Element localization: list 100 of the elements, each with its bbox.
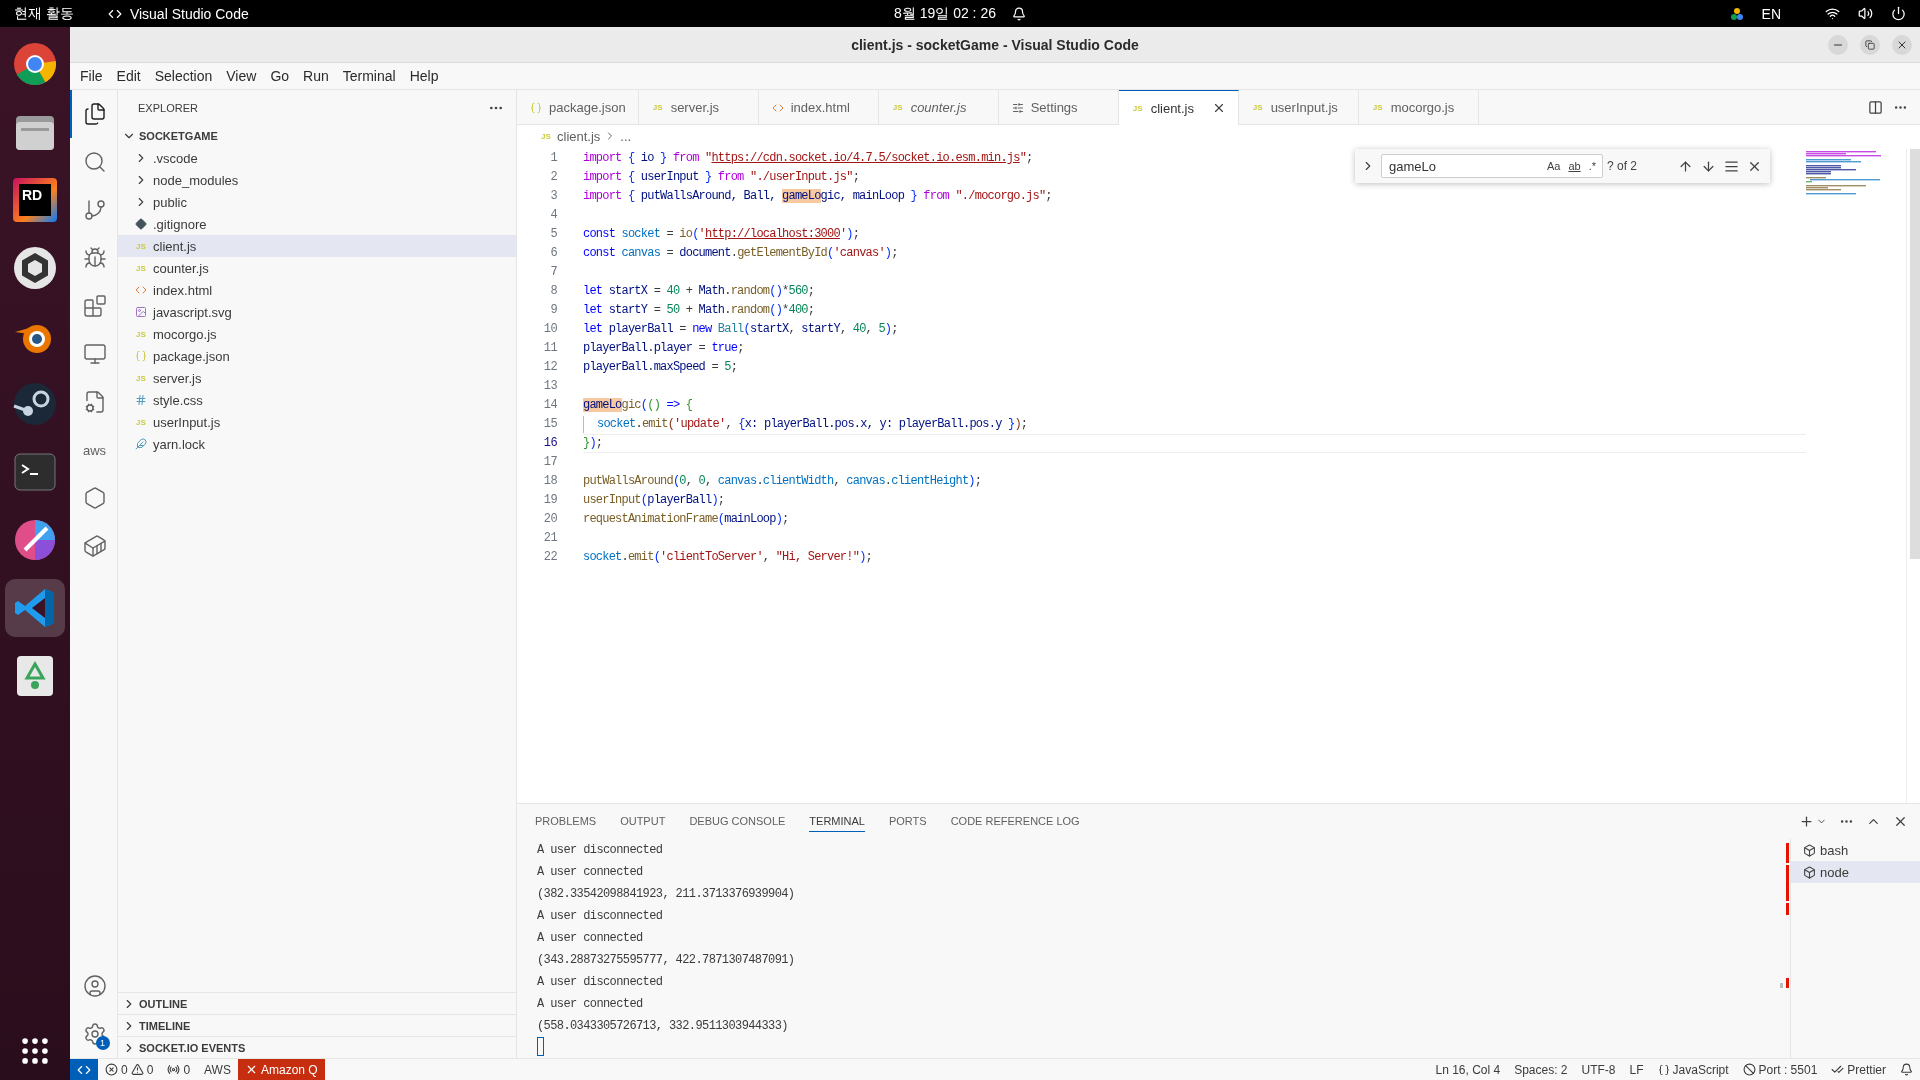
file-tree-item[interactable]: javascript.svg [118,301,516,323]
wifi-icon[interactable] [1825,6,1840,21]
cube-icon[interactable] [11,244,59,292]
breadcrumb-item[interactable]: ... [620,128,632,144]
line-number: 16 [543,435,557,452]
status-item[interactable]: Spaces: 2 [1507,1058,1575,1080]
status-item[interactable]: Ln 16, Col 4 [1428,1058,1508,1080]
panel-tab[interactable]: DEBUG CONSOLE [689,811,786,832]
line-number: 17 [543,454,557,471]
antenna-icon [167,1063,181,1076]
file-tree-item[interactable]: .gitignore [118,213,516,235]
menu-item[interactable]: View [220,66,263,86]
file-tree-item[interactable]: public [118,191,516,213]
menu-item[interactable]: File [74,66,109,86]
ports-button[interactable]: 0 [160,1058,198,1080]
code-link[interactable]: https://cdn.socket.io/4.7.5/socket.io.esm.min.js [711,151,1020,165]
panel-tab[interactable]: CODE REFERENCE LOG [950,811,1080,832]
problems-button[interactable]: 0 0 [98,1058,161,1080]
scrollbar-thumb[interactable] [1910,149,1920,559]
chrome-icon[interactable] [11,40,59,88]
code-link[interactable]: http://localhost:3000 [705,227,840,241]
js-file-icon: JS [539,131,553,141]
menu-item[interactable]: Help [403,66,445,86]
panel-tab[interactable]: TERMINAL [809,811,865,832]
breadcrumb-item[interactable]: client.js [557,128,601,144]
folder-header[interactable]: SOCKETGAME [118,125,516,147]
power-icon[interactable] [1891,6,1906,21]
braces-icon [135,350,147,362]
js-file-icon: JS [650,103,665,112]
file-tree-item[interactable]: JS server.js [118,367,516,389]
find-option-button[interactable]: .* [1585,157,1599,175]
close-panel-icon[interactable] [1893,814,1908,829]
code-line: import { putWallsAround, Ball, gameLogic, mainLoop } from "./mocorgo.js"; [583,188,1052,205]
settings-icon[interactable] [82,1022,107,1046]
menu-item[interactable]: Selection [148,66,219,86]
activities-button[interactable]: 현재 활동 [14,4,74,23]
file-tree-item[interactable]: JS client.js [118,235,516,257]
braces-icon [1657,1063,1670,1076]
file-tree-item[interactable]: JS userInput.js [118,411,516,433]
app-menu[interactable]: Visual Studio Code [129,5,249,22]
find-option-button[interactable]: Aa [1543,157,1564,175]
menu-item[interactable]: Go [264,66,296,86]
status-item[interactable]: LF [1622,1058,1651,1080]
minimize-button[interactable] [1828,35,1848,55]
line-number: 1 [550,150,557,167]
terminal-line: A user connected [537,996,644,1013]
line-number: 7 [550,264,557,281]
tray-app-icon[interactable] [1729,6,1744,21]
new-terminal-icon[interactable] [1799,814,1814,829]
find-option-button[interactable]: ab [1565,157,1584,175]
prettier-button[interactable]: Prettier [1824,1058,1893,1080]
terminal-session[interactable]: bash [1791,839,1920,861]
menu-item[interactable]: Run [297,66,335,86]
line-number: 21 [543,530,557,547]
code-line: socket.emit('clientToServer', "Hi, Server!"); [583,549,872,566]
account-icon[interactable] [82,974,107,998]
file-tree-item[interactable]: .vscode [118,147,516,169]
file-tree-item[interactable]: node_modules [118,169,516,191]
live-server-button[interactable]: Port : 5501 [1735,1058,1825,1080]
file-tree-item[interactable]: JS counter.js [118,257,516,279]
menu-item[interactable]: Terminal [336,66,402,86]
find-field[interactable]: gameLo Aa ab .* [1381,154,1603,178]
editor-tab[interactable]: JS client.js [1118,90,1239,125]
terminal-line: A user disconnected [537,908,664,925]
close-button[interactable] [1892,35,1912,55]
panel-tab[interactable]: OUTPUT [620,811,666,832]
steam-icon[interactable] [11,380,59,428]
menu-item[interactable]: Edit [110,66,147,86]
notification-badge: 1 [95,1036,110,1050]
js-file-icon: JS [134,263,148,273]
file-tree-item[interactable]: JS mocorgo.js [118,323,516,345]
volume-icon[interactable] [1858,6,1873,21]
extensions-icon [82,294,107,318]
rider-icon[interactable]: RD [13,178,57,222]
terminal-session[interactable]: node [1791,861,1920,883]
search-icon [82,150,107,174]
hexagon-icon [82,486,107,510]
remote-button[interactable] [70,1058,98,1080]
status-item[interactable]: AWS [197,1058,238,1080]
activity-bar-item[interactable]: aws [69,426,118,474]
file-tree-item[interactable]: index.html [118,279,516,301]
git-diamond-icon [135,218,147,230]
code-line: playerBall.maxSpeed = 5; [583,359,738,376]
maximize-button[interactable] [1860,35,1880,55]
file-tree-item[interactable]: style.css [118,389,516,411]
clock[interactable]: 8월 19일 02 : 26 [894,4,996,23]
sidebar-section[interactable]: OUTLINE [118,992,516,1014]
file-tree-item[interactable]: yarn.lock [118,433,516,455]
sidebar-section[interactable]: TIMELINE [118,1014,516,1036]
input-method[interactable]: EN [1761,5,1781,22]
split-editor-icon[interactable] [1868,99,1883,115]
notification-bell-icon[interactable] [1012,6,1026,21]
status-item[interactable]: UTF-8 [1574,1058,1623,1080]
line-number: 22 [543,549,557,566]
panel-tab[interactable]: PORTS [888,811,927,832]
panel-tab[interactable]: PROBLEMS [535,811,597,832]
file-tree-item[interactable]: package.json [118,345,516,367]
code-line: let startY = 50 + Math.random()*400; [583,302,815,319]
amazon-q-button[interactable]: Amazon Q [237,1058,325,1080]
language-button[interactable]: JavaScript [1650,1058,1736,1080]
